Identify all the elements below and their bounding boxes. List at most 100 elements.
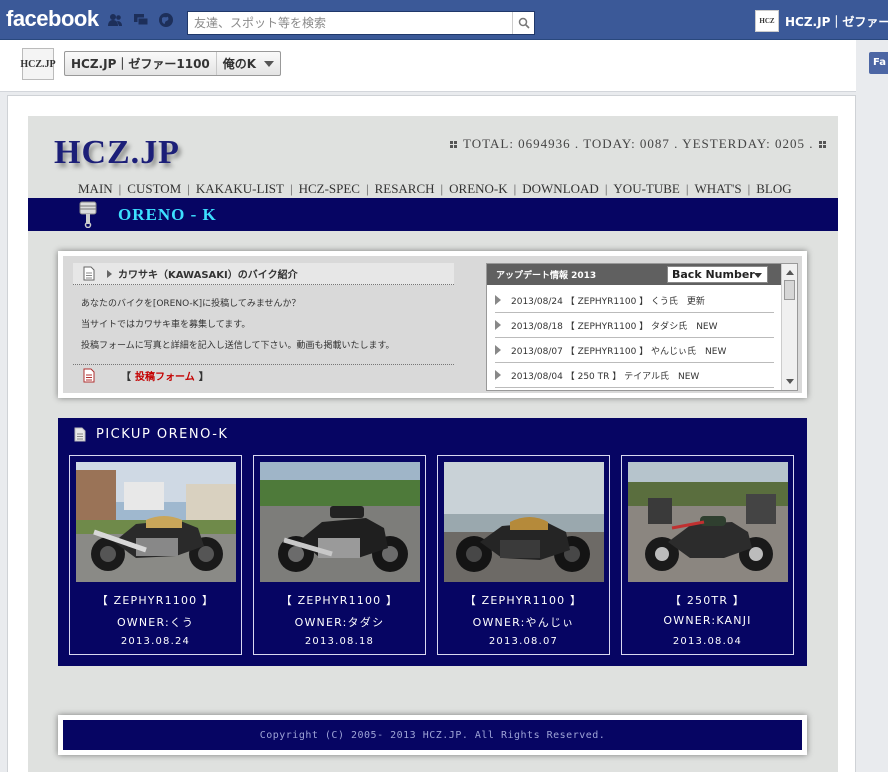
pickup-title-text: PICKUP ORENO-K <box>96 427 229 442</box>
update-heading-text: アップデート情報 2013 <box>496 271 597 281</box>
nav-separator: | <box>747 181 751 196</box>
pickup-card[interactable]: 【 ZEPHYR1100 】 OWNER:タダシ 2013.08.18 <box>253 455 426 655</box>
nav-separator: | <box>118 181 122 196</box>
pickup-card[interactable]: 【 ZEPHYR1100 】 OWNER:やんじぃ 2013.08.07 <box>437 455 610 655</box>
bike-photo[interactable] <box>444 462 604 582</box>
update-item[interactable]: 2013/08/04 【 250 TR 】 テイアル氏 NEW <box>495 363 774 388</box>
update-item[interactable]: 2013/08/07 【 ZEPHYR1100 】 やんじぃ氏 NEW <box>495 338 774 363</box>
intro-update-inner: カワサキ（KAWASAKI）のバイク紹介 あなたのバイクを[ORENO-K]に投… <box>63 256 802 393</box>
bike-date: 2013.08.07 <box>488 636 559 647</box>
facebook-logo[interactable]: facebook <box>6 6 99 32</box>
side-tab[interactable]: Fa <box>869 52 888 74</box>
intro-line: あなたのバイクを[ORENO-K]に投稿してみませんか？ <box>81 299 301 309</box>
bike-owner: OWNER:くう <box>116 616 195 629</box>
bracket-open: 【 <box>121 372 131 383</box>
piston-icon <box>79 201 97 228</box>
scroll-thumb[interactable] <box>784 280 795 300</box>
nav-separator: | <box>440 181 444 196</box>
document-icon <box>74 427 86 442</box>
page-header: HCZ.JP HCZ.JP｜ゼファー1100 俺のK <box>0 40 856 92</box>
app-frame: HCZ.JP TOTAL: 0694936 . TODAY: 0087 . YE… <box>7 95 856 772</box>
facebook-search-input[interactable] <box>188 12 508 34</box>
bike-model: 【 ZEPHYR1100 】 <box>464 594 583 607</box>
pickup-title: PICKUP ORENO-K <box>74 427 228 442</box>
back-number-select[interactable]: Back Number <box>667 266 768 283</box>
page-title: ORENO - K <box>118 205 217 224</box>
scroll-down-icon[interactable] <box>786 379 794 384</box>
update-scrollbar[interactable] <box>781 264 797 390</box>
friends-icon[interactable] <box>107 12 123 28</box>
nav-main[interactable]: MAIN <box>78 181 113 197</box>
page-logo[interactable]: HCZ.JP <box>20 48 56 80</box>
back-number-value: Back Number <box>672 268 755 281</box>
intro-heading-text: カワサキ（KAWASAKI）のバイク紹介 <box>118 270 298 281</box>
chevron-down-icon <box>754 273 762 278</box>
nav-hcz-spec[interactable]: HCZ-SPEC <box>299 181 360 197</box>
intro-line: 当サイトではカワサキ車を募集してます。 <box>81 320 251 330</box>
nav-separator: | <box>365 181 369 196</box>
section-name: 俺のK <box>215 52 280 75</box>
pickup-card[interactable]: 【 250TR 】 OWNER:KANJI 2013.08.04 <box>621 455 794 655</box>
page-switcher-button[interactable]: HCZ.JP｜ゼファー1100 俺のK <box>64 51 282 76</box>
bike-date: 2013.08.04 <box>672 636 743 647</box>
update-item[interactable]: 2013/08/24 【 ZEPHYR1100 】 くう氏 更新 <box>495 288 774 313</box>
main-nav: MAIN | CUSTOM | KAKAKU-LIST | HCZ-SPEC | RES… <box>78 181 818 197</box>
bike-owner: OWNER:KANJI <box>663 614 752 627</box>
nav-blog[interactable]: BLOG <box>756 181 791 197</box>
bike-photo-image <box>260 462 420 582</box>
facebook-top-bar: facebook HCZ HCZ.JP｜ゼファー11 <box>0 0 888 40</box>
update-list: 2013/08/24 【 ZEPHYR1100 】 くう氏 更新 2013/08… <box>487 288 782 388</box>
search-icon[interactable] <box>512 12 534 34</box>
site-logo[interactable]: HCZ.JP <box>54 134 180 172</box>
bike-photo[interactable] <box>260 462 420 582</box>
profile-avatar: HCZ <box>755 10 779 32</box>
bike-photo-image <box>76 462 236 582</box>
update-heading: アップデート情報 2013 Back Number <box>487 264 782 285</box>
pickup-card[interactable]: 【 ZEPHYR1100 】 OWNER:くう 2013.08.24 <box>69 455 242 655</box>
bike-owner: OWNER:タダシ <box>294 616 385 629</box>
messages-icon[interactable] <box>133 12 149 28</box>
bike-model: 【 250TR 】 <box>669 594 746 607</box>
nav-oreno-k[interactable]: ORENO-K <box>449 181 508 197</box>
arrow-right-icon <box>495 295 501 305</box>
nav-resarch[interactable]: RESARCH <box>375 181 435 197</box>
nav-download[interactable]: DOWNLOAD <box>522 181 599 197</box>
counter-text: TOTAL: 0694936 . TODAY: 0087 . YESTERDAY… <box>463 136 814 151</box>
document-icon <box>83 266 95 281</box>
facebook-search-box[interactable] <box>187 11 535 35</box>
nav-you-tube[interactable]: YOU-TUBE <box>613 181 679 197</box>
nav-separator: | <box>289 181 293 196</box>
footer: Copyright (C) 2005- 2013 HCZ.JP. All Rig… <box>58 715 807 755</box>
nav-separator: | <box>685 181 689 196</box>
arrow-right-icon <box>495 320 501 330</box>
page-title-bar: ORENO - K <box>28 198 838 231</box>
nav-separator: | <box>604 181 608 196</box>
update-item-text: 2013/08/07 【 ZEPHYR1100 】 やんじぃ氏 NEW <box>511 346 727 357</box>
intro-text: あなたのバイクを[ORENO-K]に投稿してみませんか？ 当サイトではカワサキ車… <box>81 294 395 357</box>
bike-photo[interactable] <box>76 462 236 582</box>
site-container: HCZ.JP TOTAL: 0694936 . TODAY: 0087 . YE… <box>28 116 838 772</box>
nav-custom[interactable]: CUSTOM <box>127 181 181 197</box>
update-item-text: 2013/08/24 【 ZEPHYR1100 】 くう氏 更新 <box>511 296 705 307</box>
bike-photo[interactable] <box>628 462 788 582</box>
submission-form-link[interactable]: 投稿フォーム <box>135 368 195 383</box>
facebook-profile-link[interactable]: HCZ HCZ.JP｜ゼファー11 <box>755 10 888 32</box>
intro-update-box: カワサキ（KAWASAKI）のバイク紹介 あなたのバイクを[ORENO-K]に投… <box>58 251 807 398</box>
arrow-right-icon <box>495 345 501 355</box>
nav-whats[interactable]: WHAT'S <box>694 181 741 197</box>
update-item[interactable]: 2013/08/18 【 ZEPHYR1100 】 タダシ氏 NEW <box>495 313 774 338</box>
bike-model: 【 ZEPHYR1100 】 <box>96 594 215 607</box>
intro-line: 投稿フォームに写真と詳細を記入し送信して下さい。動画も掲載いたします。 <box>81 341 395 351</box>
scroll-up-icon[interactable] <box>786 270 794 275</box>
copyright-text: Copyright (C) 2005- 2013 HCZ.JP. All Rig… <box>63 720 802 750</box>
intro-heading: カワサキ（KAWASAKI）のバイク紹介 <box>73 263 454 285</box>
dots-icon <box>450 140 457 148</box>
nav-kakaku-list[interactable]: KAKAKU-LIST <box>196 181 284 197</box>
pickup-panel: PICKUP ORENO-K 【 ZEPHYR1100 】 OWNER:くう 2… <box>58 418 807 666</box>
form-link-row: 【 投稿フォーム 】 <box>73 364 454 386</box>
dots-icon <box>819 140 827 148</box>
page-name: HCZ.JP｜ゼファー1100 <box>71 57 210 71</box>
nav-separator: | <box>187 181 190 196</box>
globe-icon[interactable] <box>158 12 174 28</box>
bike-owner: OWNER:やんじぃ <box>472 616 575 629</box>
